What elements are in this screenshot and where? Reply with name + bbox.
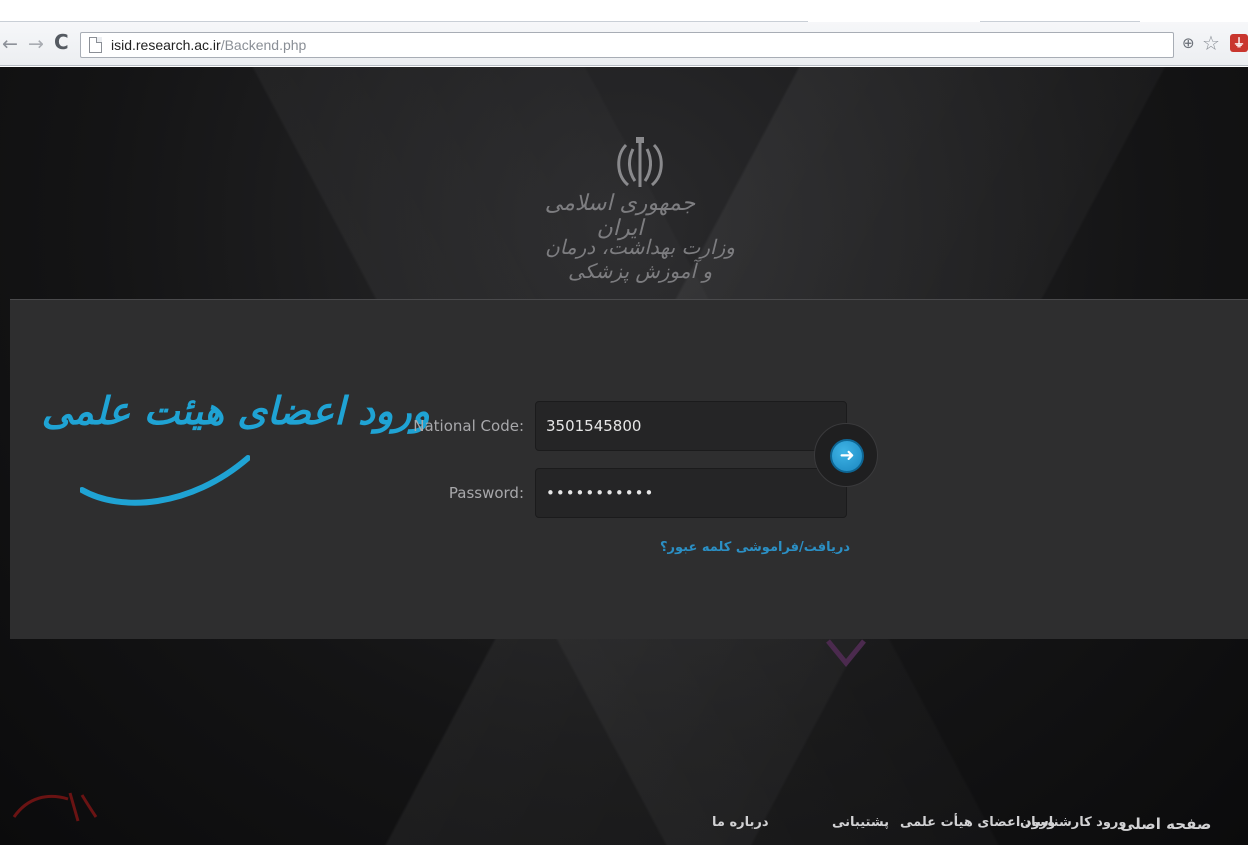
ministry-header: جمهوری اسلامی ایران وزارت بهداشت، درمان … [530,135,750,305]
url-host: isid.research.ac.ir [111,37,221,53]
footer-logo [8,787,98,834]
ministry-line-1: جمهوری اسلامی ایران [544,191,696,241]
footer-link-about[interactable]: درباره ما [712,815,769,830]
chevron-down-icon [826,639,866,667]
ministry-line-2: وزارت بهداشت، درمان و آموزش پزشکی [545,235,735,283]
password-label: Password: [448,484,524,502]
heading-swoosh [80,455,250,506]
magnifier-zoom-icon[interactable]: ⊕ [1182,34,1195,52]
footer-link-support[interactable]: پشتیبانی [832,815,889,830]
url-text[interactable]: isid.research.ac.ir/Backend.php [111,37,306,53]
back-arrow-icon[interactable]: ← [2,34,18,54]
address-bar[interactable]: isid.research.ac.ir/Backend.php [80,32,1174,58]
browser-tab-strip [0,0,1248,22]
national-code-label: National Code: [413,417,524,435]
pdf-extension-icon[interactable]: ⏚ [1230,34,1248,52]
iran-emblem-icon [617,137,663,187]
national-code-input[interactable] [535,401,847,451]
password-input[interactable] [535,468,847,518]
forgot-password-link[interactable]: دریافت/فراموشی کلمه عبور؟ [630,540,850,555]
submit-button-ring: ➜ [814,423,878,487]
login-panel: ورود اعضای هیئت علمی National Code: Pass… [10,299,1248,639]
arrow-right-icon: ➜ [839,445,855,466]
login-submit-button[interactable]: ➜ [830,439,864,473]
forward-arrow-icon[interactable]: → [28,34,44,54]
arshit-logo [12,792,98,822]
page-background: جمهوری اسلامی ایران وزارت بهداشت، درمان … [0,67,1248,845]
url-path: /Backend.php [220,37,307,53]
reload-icon[interactable]: C [54,32,69,52]
footer-nav: صفحه اصلی ورود کارشناسان ورود اعضای هیأت… [700,815,1240,839]
footer-link-faculty-login[interactable]: ورود اعضای هیأت علمی [900,815,1055,830]
bookmark-star-icon[interactable]: ☆ [1202,31,1220,55]
page-icon [89,37,102,53]
footer-link-home[interactable]: صفحه اصلی [1120,815,1211,833]
browser-toolbar: ← → C isid.research.ac.ir/Backend.php ⊕ … [0,22,1248,66]
